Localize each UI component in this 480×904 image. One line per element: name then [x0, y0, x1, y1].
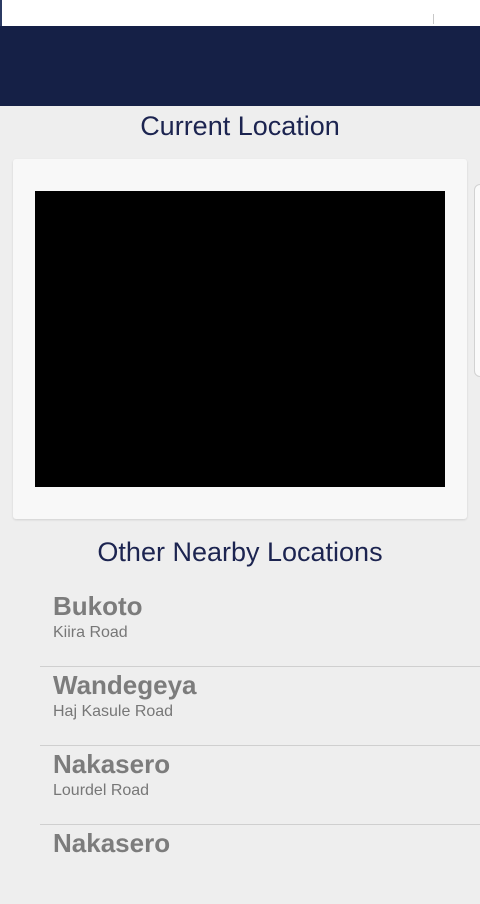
location-name: Nakasero — [53, 749, 171, 779]
location-name: Nakasero — [53, 828, 171, 858]
location-street: Haj Kasule Road — [53, 703, 174, 720]
location-name: Wandegeya — [53, 670, 197, 700]
list-item[interactable]: Nakasero Lourdel Road — [40, 746, 480, 825]
nearby-locations-list: Bukoto Kiira Road Wandegeya Haj Kasule R… — [40, 588, 480, 904]
location-street: Kiira Road — [53, 624, 128, 641]
location-name: Bukoto — [53, 591, 143, 621]
current-location-card — [13, 159, 467, 519]
location-street: Lourdel Road — [53, 782, 150, 799]
current-location-title: Current Location — [140, 111, 340, 141]
list-item[interactable]: Wandegeya Haj Kasule Road — [40, 667, 480, 746]
next-card-edge[interactable] — [474, 184, 480, 377]
search-bar[interactable] — [0, 0, 480, 26]
text-cursor-icon — [433, 14, 434, 24]
map-view[interactable] — [35, 191, 445, 487]
nearby-locations-title: Other Nearby Locations — [97, 537, 383, 567]
list-item[interactable]: Nakasero — [40, 825, 480, 904]
list-item[interactable]: Bukoto Kiira Road — [40, 588, 480, 667]
app-header — [0, 26, 480, 106]
